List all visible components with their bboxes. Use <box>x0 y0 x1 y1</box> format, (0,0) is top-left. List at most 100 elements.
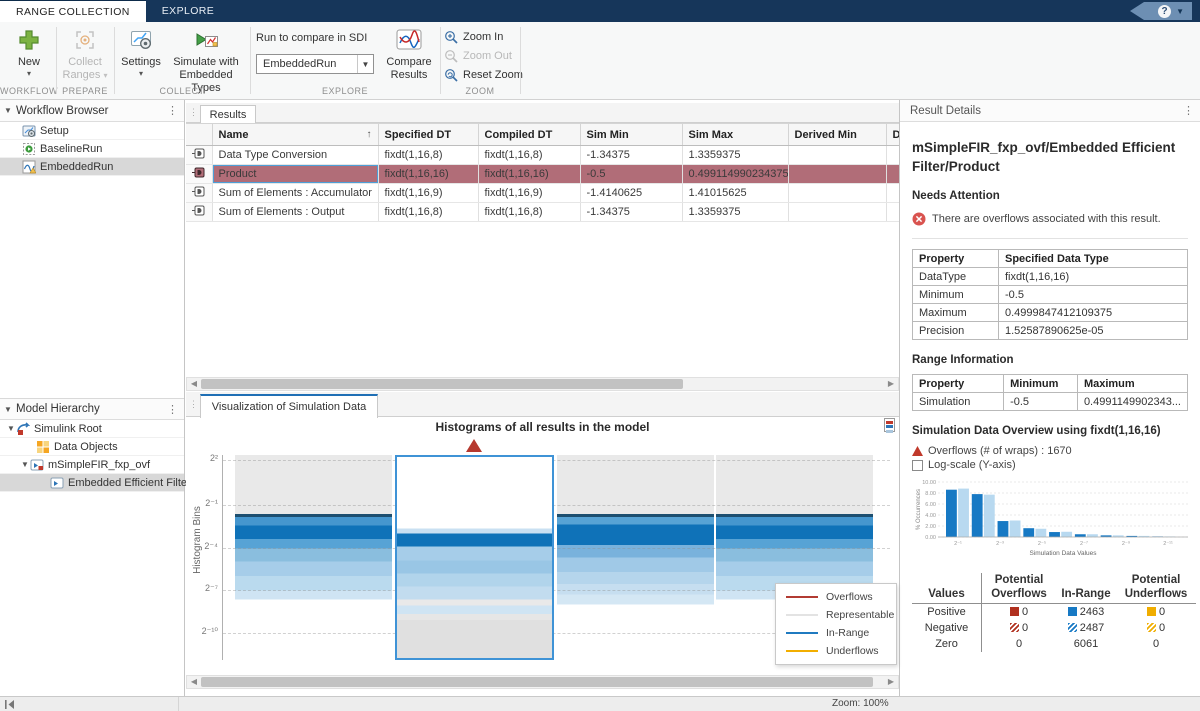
group-divider <box>56 27 57 94</box>
gridline <box>223 460 890 461</box>
tree-item-subsystem[interactable]: Embedded Efficient Filter <box>0 474 184 492</box>
column-header-specified-dt[interactable]: Specified DT <box>378 124 478 146</box>
tree-item-model[interactable]: ▼ mSimpleFIR_fxp_ovf <box>0 456 184 474</box>
reset-zoom-icon <box>444 68 458 82</box>
y-tick-label: 2⁻¹⁰ <box>188 626 218 637</box>
tree-expand-chevron-icon[interactable]: ▼ <box>6 424 16 433</box>
reset-zoom-button[interactable]: Reset Zoom <box>444 68 523 82</box>
baseline-run-icon <box>22 142 36 156</box>
tab-visualization[interactable]: Visualization of Simulation Data <box>200 394 378 418</box>
svg-text:2⁻⁹: 2⁻⁹ <box>1122 540 1130 547</box>
column-header-compiled-dt[interactable]: Compiled DT <box>478 124 580 146</box>
svg-text:2⁻⁵: 2⁻⁵ <box>1038 540 1046 547</box>
tab-explore[interactable]: EXPLORE <box>146 0 230 22</box>
overflow-positive-swatch <box>1010 607 1019 616</box>
table-row[interactable]: Sum of Elements : Accumulator fixdt(1,16… <box>186 184 899 203</box>
collapse-chevron-icon[interactable]: ▼ <box>0 106 16 115</box>
column-header-sim-max[interactable]: Sim Max <box>682 124 788 146</box>
zoom-in-icon <box>444 30 458 44</box>
zoom-in-button[interactable]: Zoom In <box>444 30 503 44</box>
column-header-truncated[interactable]: De <box>886 124 899 146</box>
histogram-column-sum-accumulator[interactable] <box>557 455 714 660</box>
group-divider <box>440 27 441 94</box>
scroll-right-arrow-icon[interactable]: ▶ <box>884 378 898 390</box>
table-row: DataTypefixdt(1,16,16) <box>913 268 1188 286</box>
svg-text:10.00: 10.00 <box>922 480 936 486</box>
kebab-menu-icon[interactable]: ⋮ <box>167 104 178 117</box>
svg-text:2⁻⁷: 2⁻⁷ <box>1080 540 1088 547</box>
overflow-alert: There are overflows associated with this… <box>912 212 1188 226</box>
overflows-line-swatch <box>786 596 818 598</box>
table-row[interactable]: Data Type Conversion fixdt(1,16,8) fixdt… <box>186 146 899 165</box>
results-horizontal-scrollbar[interactable]: ◀ ▶ <box>186 377 899 391</box>
chevron-down-icon: ▾ <box>103 71 107 80</box>
scrollbar-thumb[interactable] <box>201 379 683 389</box>
kebab-menu-icon[interactable]: ⋮ <box>167 403 178 416</box>
group-divider <box>520 27 521 94</box>
sidebar-item-baselinerun[interactable]: BaselineRun <box>0 140 184 158</box>
column-header-sim-min[interactable]: Sim Min <box>580 124 682 146</box>
compare-results-button[interactable]: Compare Results <box>382 27 436 82</box>
overflow-negative-swatch <box>1010 623 1019 632</box>
column-header-derived-min[interactable]: Derived Min <box>788 124 886 146</box>
svg-text:2.00: 2.00 <box>925 524 936 530</box>
scroll-left-arrow-icon[interactable]: ◀ <box>187 676 201 688</box>
table-row: Maximum0.4999847412109375 <box>913 304 1188 322</box>
table-row[interactable]: Sum of Elements : Output fixdt(1,16,8) f… <box>186 203 899 222</box>
range-information-heading: Range Information <box>912 354 1188 366</box>
tree-expand-chevron-icon[interactable]: ▼ <box>20 460 30 469</box>
svg-text:2⁻¹: 2⁻¹ <box>954 541 962 547</box>
visualization-horizontal-scrollbar[interactable]: ◀ ▶ <box>186 675 899 689</box>
potential-overflows-header: PotentialOverflows <box>982 573 1056 604</box>
scroll-right-arrow-icon[interactable]: ▶ <box>884 676 898 688</box>
sidebar-item-setup[interactable]: Setup <box>0 122 184 140</box>
log-scale-option: Log-scale (Y-axis) <box>912 459 1188 471</box>
collapse-chevron-icon[interactable]: ▼ <box>0 405 16 414</box>
data-objects-icon <box>36 440 50 454</box>
histogram-column-data-type-conversion[interactable] <box>235 455 392 660</box>
tree-item-data-objects[interactable]: Data Objects <box>0 438 184 456</box>
results-header-row: Name↑ Specified DT Compiled DT Sim Min S… <box>186 124 899 146</box>
needs-attention-heading: Needs Attention <box>912 190 1188 202</box>
workflow-browser-header[interactable]: ▼ Workflow Browser ⋮ <box>0 100 184 122</box>
tab-results[interactable]: Results <box>200 105 256 124</box>
svg-text:4.00: 4.00 <box>925 513 936 519</box>
specified-data-type-table: PropertySpecified Data Type DataTypefixd… <box>912 249 1188 340</box>
tree-item-simulink-root[interactable]: ▼ Simulink Root <box>0 420 184 438</box>
chart-title: Histograms of all results in the model <box>186 420 899 434</box>
simulate-embedded-button[interactable]: Simulate with Embedded Types <box>166 27 246 95</box>
settings-button[interactable]: Settings ▾ <box>118 27 164 78</box>
new-button[interactable]: New ▾ <box>8 27 50 78</box>
svg-text:8.00: 8.00 <box>925 491 936 497</box>
help-button[interactable]: ? ▼ <box>1130 2 1192 20</box>
log-scale-checkbox[interactable] <box>912 460 923 471</box>
setup-icon <box>22 124 36 138</box>
column-header-name[interactable]: Name↑ <box>212 124 378 146</box>
tab-range-collection[interactable]: RANGE COLLECTION <box>0 0 146 22</box>
kebab-menu-icon[interactable]: ⋮ <box>1183 104 1194 117</box>
zoom-level-status: Zoom: 100% <box>832 698 889 709</box>
representable-line-swatch <box>786 614 818 616</box>
simulation-overview-heading: Simulation Data Overview using fixdt(1,1… <box>912 425 1188 437</box>
y-axis-label: Histogram Bins <box>192 460 203 620</box>
svg-text:2⁻¹¹: 2⁻¹¹ <box>1163 541 1173 547</box>
zoom-out-button[interactable]: Zoom Out <box>444 49 512 63</box>
table-row-selected[interactable]: Product fixdt(1,16,16) fixdt(1,16,16) -0… <box>186 165 899 184</box>
scrollbar-thumb[interactable] <box>201 677 873 687</box>
range-information-table: PropertyMinimumMaximum Simulation-0.50.4… <box>912 374 1188 411</box>
simulation-overview-chart: 0.002.004.006.008.0010.002⁻¹2⁻³2⁻⁵2⁻⁷2⁻⁹… <box>912 475 1196 571</box>
collapse-panel-icon[interactable] <box>4 700 15 709</box>
overflows-count-line: Overflows (# of wraps) : 1670 <box>912 445 1188 457</box>
values-summary-table: Values PotentialOverflows In-Range Poten… <box>912 573 1188 652</box>
log-scale-label: Log-scale (Y-axis) <box>928 459 1016 471</box>
collect-ranges-button[interactable]: Collect Ranges ▾ <box>60 27 110 82</box>
sidebar-item-embeddedrun[interactable]: EmbeddedRun <box>0 158 184 176</box>
scroll-left-arrow-icon[interactable]: ◀ <box>187 378 201 390</box>
results-tab-bar: ⋮⋮ Results <box>186 103 899 123</box>
histogram-column-product-selected[interactable] <box>395 455 554 660</box>
run-select-dropdown[interactable]: EmbeddedRun ▼ <box>256 54 374 74</box>
model-hierarchy-header[interactable]: ▼ Model Hierarchy ⋮ <box>0 398 184 420</box>
svg-text:Simulation Data Values: Simulation Data Values <box>1029 550 1097 557</box>
legend-toggle-icon[interactable] <box>884 418 895 432</box>
chevron-down-icon: ▾ <box>139 69 143 78</box>
